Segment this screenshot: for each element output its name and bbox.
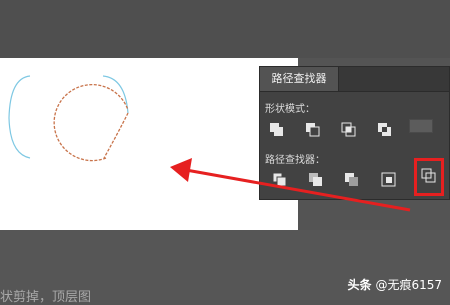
watermark-handle: @无痕6157 (375, 278, 442, 292)
red-arrow (170, 158, 411, 212)
watermark: 头条 @无痕6157 (347, 276, 442, 293)
caption-text: 状剪掉，顶层图 (0, 290, 92, 305)
watermark-brand: 头条 (347, 278, 372, 292)
